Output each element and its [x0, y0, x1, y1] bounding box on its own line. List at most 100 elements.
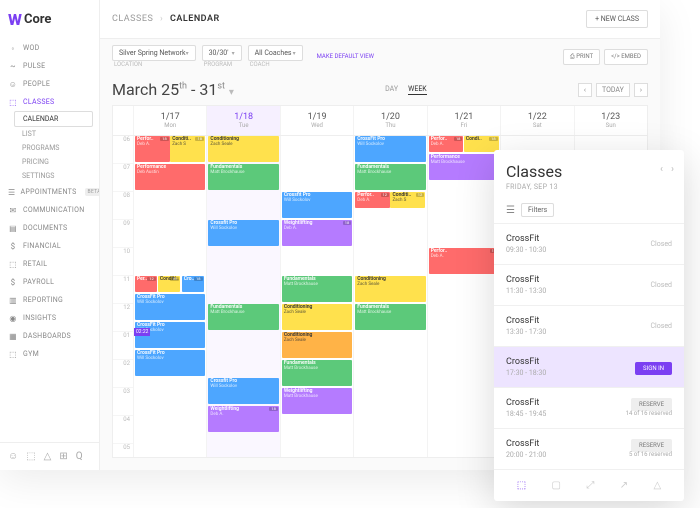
logo[interactable]: W Core	[0, 0, 99, 39]
embed-button[interactable]: </> EMBED	[604, 49, 648, 65]
popup-title: Classes	[506, 162, 672, 181]
calendar-event[interactable]: ConditioningZach Seale	[355, 276, 425, 302]
calendar-event[interactable]: FundamentalsMatt Brockhause	[355, 164, 425, 190]
footer-icon[interactable]: ⤢	[586, 480, 594, 491]
calendar-event[interactable]: Crossfit ProWill Sockolov	[208, 220, 278, 246]
footer-icon[interactable]: ⬚	[517, 480, 526, 491]
calendar-event[interactable]: Conditi..18	[158, 276, 180, 292]
view-week[interactable]: WEEK	[408, 85, 427, 95]
view-day[interactable]: DAY	[385, 85, 398, 95]
calendar-event[interactable]: Perfor..Deb A.12	[429, 248, 499, 274]
nav-item-communication[interactable]: ✉COMMUNICATION	[0, 201, 99, 219]
nav-item-financial[interactable]: $FINANCIAL	[0, 237, 99, 255]
make-default-link[interactable]: MAKE DEFAULT VIEW	[317, 53, 374, 60]
footer-icon[interactable]: △	[44, 451, 52, 462]
nav-item-payroll[interactable]: $PAYROLL	[0, 273, 99, 291]
subnav-calendar[interactable]: CALENDAR	[14, 111, 93, 127]
footer-icon[interactable]: ⬚	[26, 451, 35, 462]
nav-label: CLASSES	[23, 98, 55, 106]
day-header[interactable]: 1/23Sun	[574, 106, 647, 135]
nav-item-people[interactable]: ☺PEOPLE	[0, 75, 99, 93]
popup-next-icon[interactable]: ›	[671, 164, 674, 175]
calendar-event[interactable]: WeightliftingDeb A.18	[208, 406, 278, 432]
location-select[interactable]: Silver Spring Network▾	[112, 45, 196, 61]
new-class-button[interactable]: + NEW CLASS	[586, 10, 648, 28]
calendar-event[interactable]: WeightliftingDeb A.18	[282, 220, 352, 246]
program-select[interactable]: 30/30'▾	[202, 45, 242, 61]
calendar-event[interactable]: CrossFit ProWill Sockolov	[135, 350, 205, 376]
class-row[interactable]: CrossFit09:30 - 10:30Closed	[494, 223, 684, 264]
subnav-list[interactable]: LIST	[14, 127, 99, 141]
location-label: LOCATION	[114, 61, 196, 68]
calendar-event[interactable]: Perfor..Deb A.12	[355, 192, 390, 208]
today-button[interactable]: TODAY	[596, 83, 630, 97]
class-row[interactable]: CrossFit13:30 - 17:30Closed	[494, 305, 684, 346]
calendar-event[interactable]: Conditi..Zach S12	[390, 192, 425, 208]
nav-item-appointments[interactable]: ☰APPOINTMENTSBETA	[0, 183, 99, 201]
calendar-event[interactable]: FundamentalsMatt Brockhause	[282, 276, 352, 302]
nav-item-wod[interactable]: ◦WOD	[0, 39, 99, 57]
day-header[interactable]: 1/21Fri	[427, 106, 500, 135]
filters-button[interactable]: Filters	[521, 203, 554, 217]
coach-select[interactable]: All Coaches▾	[248, 45, 303, 61]
subnav-programs[interactable]: PROGRAMS	[14, 141, 99, 155]
subnav-pricing[interactable]: PRICING	[14, 155, 99, 169]
class-row[interactable]: CrossFit11:30 - 13:30Closed	[494, 264, 684, 305]
next-button[interactable]: ›	[634, 83, 648, 97]
footer-icon[interactable]: ⊞	[59, 451, 67, 462]
nav-item-pulse[interactable]: ~PULSE	[0, 57, 99, 75]
prev-button[interactable]: ‹	[578, 83, 592, 97]
calendar-event[interactable]: FundamentalsMatt Brockhause	[355, 304, 425, 330]
footer-icon[interactable]: Q	[76, 451, 83, 462]
calendar-event[interactable]: ConditioningZach Seale	[282, 332, 352, 358]
footer-icon[interactable]: ▢	[552, 480, 561, 491]
breadcrumb-root[interactable]: CLASSES	[112, 14, 153, 24]
class-row[interactable]: CrossFit17:30 - 18:30SIGN IN	[494, 346, 684, 387]
day-header[interactable]: 1/20Thu	[353, 106, 426, 135]
calendar-event[interactable]: FundamentalsMatt Brockhause	[208, 164, 278, 190]
print-button[interactable]: ⎙ PRINT	[563, 49, 600, 65]
footer-icon[interactable]: ☺	[8, 451, 18, 462]
nav-item-gym[interactable]: ⬚GYM	[0, 345, 99, 363]
calendar-event[interactable]: ConditioningZach Seale	[282, 304, 352, 330]
calendar-event[interactable]: CrossFit ProWill Sockolov	[135, 294, 205, 320]
nav-item-dashboards[interactable]: ▦DASHBOARDS	[0, 327, 99, 345]
calendar-event[interactable]: Perfor..Deb A.18	[135, 136, 170, 162]
calendar-event[interactable]: Conditi..Zach S18	[170, 136, 205, 162]
footer-icon[interactable]: △	[654, 480, 662, 491]
nav-item-documents[interactable]: ▤DOCUMENTS	[0, 219, 99, 237]
nav-icon: ✉	[8, 205, 18, 215]
day-header[interactable]: 1/19Wed	[280, 106, 353, 135]
calendar-event[interactable]: Cro..18	[182, 276, 204, 292]
availability: 14 of 16 reserved	[626, 410, 672, 417]
day-header[interactable]: 1/17Mon	[133, 106, 206, 135]
popup-header: Classes FRIDAY, SEP 13 ‹ ›	[494, 150, 684, 197]
day-header[interactable]: 1/18Tue	[206, 106, 279, 135]
day-header[interactable]: 1/22Sat	[500, 106, 573, 135]
subnav-settings[interactable]: SETTINGS	[14, 169, 99, 183]
calendar-event[interactable]: Crossfit ProWill Sockolov	[208, 378, 278, 404]
calendar-event[interactable]: ConditioningZach Seale	[208, 136, 278, 162]
signin-button[interactable]: SIGN IN	[635, 362, 672, 375]
nav-label: RETAIL	[23, 260, 47, 268]
calendar-event[interactable]: FundamentalsMatt Brockhause	[208, 304, 278, 330]
class-row[interactable]: CrossFit20:00 - 21:00RESERVE5 of 16 rese…	[494, 428, 684, 469]
popup-prev-icon[interactable]: ‹	[660, 164, 663, 175]
calendar-event[interactable]: CrossFit ProWill Sockolov	[355, 136, 425, 162]
calendar-event[interactable]: Crossfit ProWill Sockolov	[282, 192, 352, 218]
calendar-event[interactable]: PerformanceDeb Austin	[135, 164, 205, 190]
calendar-event[interactable]: Perfor..Deb A.18	[429, 136, 464, 152]
footer-icon[interactable]: ↗	[620, 480, 628, 491]
calendar-event[interactable]: Per..12	[135, 276, 157, 292]
logo-text: Core	[24, 12, 52, 27]
settings-icon[interactable]: ☰	[506, 205, 515, 216]
nav-item-insights[interactable]: ◉INSIGHTS	[0, 309, 99, 327]
calendar-event[interactable]: FundamentalsMatt Brockhause	[282, 360, 352, 386]
calendar-event[interactable]: PerformanceMatt Brockhause	[429, 154, 499, 180]
class-row[interactable]: CrossFit18:45 - 19:45RESERVE14 of 16 res…	[494, 387, 684, 428]
nav-item-classes[interactable]: ⬚CLASSES	[0, 93, 99, 111]
calendar-event[interactable]: WeightliftingMatt Brockhause	[282, 388, 352, 414]
nav-item-retail[interactable]: ⬚RETAIL	[0, 255, 99, 273]
nav-item-reporting[interactable]: ▥REPORTING	[0, 291, 99, 309]
sidebar-footer: ☺ ⬚ △ ⊞ Q	[0, 442, 99, 470]
